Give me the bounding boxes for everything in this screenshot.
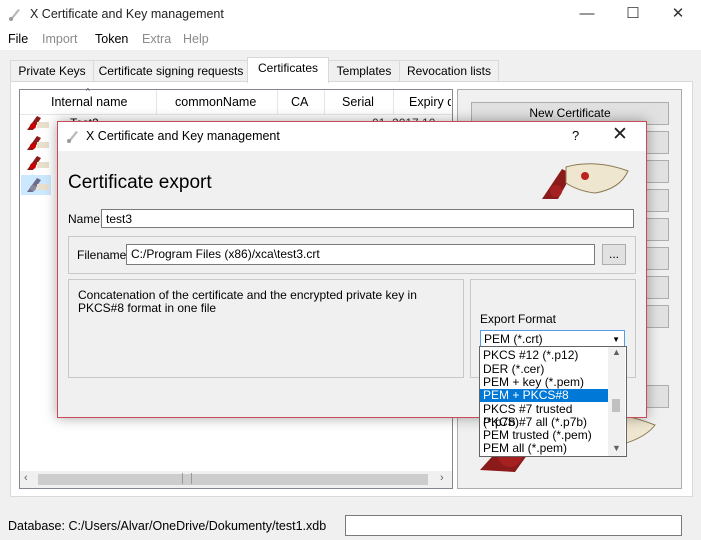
scroll-grip-icon bbox=[182, 473, 192, 484]
dialog-titlebar: X Certificate and Key management ? ✕ bbox=[58, 122, 646, 151]
certificate-icon bbox=[27, 178, 49, 192]
app-logo-icon bbox=[67, 131, 78, 143]
list-header: Internal name ^ commonName CA Serial Exp… bbox=[20, 87, 452, 115]
browse-button[interactable]: ... bbox=[602, 244, 626, 265]
column-separator bbox=[393, 90, 394, 114]
name-label: Name bbox=[68, 212, 101, 226]
dialog-title: X Certificate and Key management bbox=[86, 129, 280, 143]
main-titlebar: X Certificate and Key management — ☐ ✕ bbox=[0, 0, 701, 30]
scrollbar-thumb[interactable] bbox=[38, 474, 428, 485]
format-option[interactable]: PEM all (*.pem) bbox=[480, 442, 609, 455]
export-format-label: Export Format bbox=[480, 312, 557, 326]
dialog-heading: Certificate export bbox=[68, 172, 212, 193]
format-option-selected[interactable]: PEM + PKCS#8 (*.pem) bbox=[480, 389, 609, 415]
export-format-value: PEM (*.crt) bbox=[484, 332, 543, 346]
app-logo-icon bbox=[9, 9, 20, 21]
menu-help[interactable]: Help bbox=[183, 32, 209, 46]
tab-templates[interactable]: Templates bbox=[328, 60, 400, 82]
tab-certificates[interactable]: Certificates bbox=[247, 57, 329, 83]
menu-extra[interactable]: Extra bbox=[142, 32, 171, 46]
certificate-icon bbox=[27, 116, 49, 130]
dialog-close-button[interactable]: ✕ bbox=[612, 123, 628, 146]
certificate-icon bbox=[27, 136, 49, 150]
dropdown-scrollbar[interactable]: ▲ ▼ bbox=[608, 347, 625, 456]
xca-logo-icon bbox=[542, 163, 629, 199]
minimize-button[interactable]: — bbox=[564, 0, 610, 30]
tab-revocation-lists[interactable]: Revocation lists bbox=[399, 60, 499, 82]
column-expiry[interactable]: Expiry d bbox=[409, 95, 451, 109]
column-separator bbox=[277, 90, 278, 114]
scroll-right-icon[interactable]: › bbox=[440, 472, 444, 484]
column-ca[interactable]: CA bbox=[291, 95, 308, 109]
status-field bbox=[345, 515, 682, 536]
horizontal-scrollbar[interactable]: ‹ › bbox=[20, 471, 452, 488]
certificate-icon bbox=[27, 156, 49, 170]
tab-private-keys[interactable]: Private Keys bbox=[10, 60, 94, 82]
menu-import[interactable]: Import bbox=[42, 32, 77, 46]
menubar: File Import Token Extra Help bbox=[0, 30, 701, 50]
maximize-button[interactable]: ☐ bbox=[610, 0, 656, 30]
database-path: Database: C:/Users/Alvar/OneDrive/Dokume… bbox=[8, 519, 327, 533]
format-option[interactable]: PKCS #12 (*.p12) bbox=[480, 349, 609, 362]
column-commonname[interactable]: commonName bbox=[175, 95, 256, 109]
filename-input[interactable]: C:/Program Files (x86)/xca\test3.crt bbox=[126, 244, 595, 265]
column-serial[interactable]: Serial bbox=[342, 95, 374, 109]
tab-strip: Private Keys Certificate signing request… bbox=[10, 57, 691, 83]
help-button[interactable]: ? bbox=[572, 128, 579, 143]
status-bar: Database: C:/Users/Alvar/OneDrive/Dokume… bbox=[0, 510, 701, 540]
export-format-dropdown[interactable]: PKCS #12 (*.p12) DER (*.cer) PEM + key (… bbox=[479, 346, 627, 457]
close-button[interactable]: ✕ bbox=[655, 0, 701, 30]
scroll-down-icon[interactable]: ▼ bbox=[612, 443, 621, 453]
menu-file[interactable]: File bbox=[8, 32, 28, 46]
sort-ascending-icon: ^ bbox=[86, 87, 90, 96]
scroll-left-icon[interactable]: ‹ bbox=[24, 472, 28, 484]
filename-label: Filename bbox=[77, 248, 127, 262]
name-input[interactable]: test3 bbox=[101, 209, 634, 228]
column-separator bbox=[324, 90, 325, 114]
tab-csr[interactable]: Certificate signing requests bbox=[93, 60, 249, 82]
column-internal-name[interactable]: Internal name bbox=[51, 95, 127, 109]
description-box: Concatenation of the certificate and the… bbox=[68, 279, 464, 378]
filename-group: Filename C:/Program Files (x86)/xca\test… bbox=[68, 236, 636, 274]
scrollbar-thumb[interactable] bbox=[612, 399, 620, 412]
format-description: Concatenation of the certificate and the… bbox=[78, 288, 417, 315]
column-separator bbox=[156, 90, 157, 114]
scroll-up-icon[interactable]: ▲ bbox=[612, 347, 621, 357]
window-title: X Certificate and Key management bbox=[30, 7, 224, 21]
menu-token[interactable]: Token bbox=[95, 32, 128, 46]
